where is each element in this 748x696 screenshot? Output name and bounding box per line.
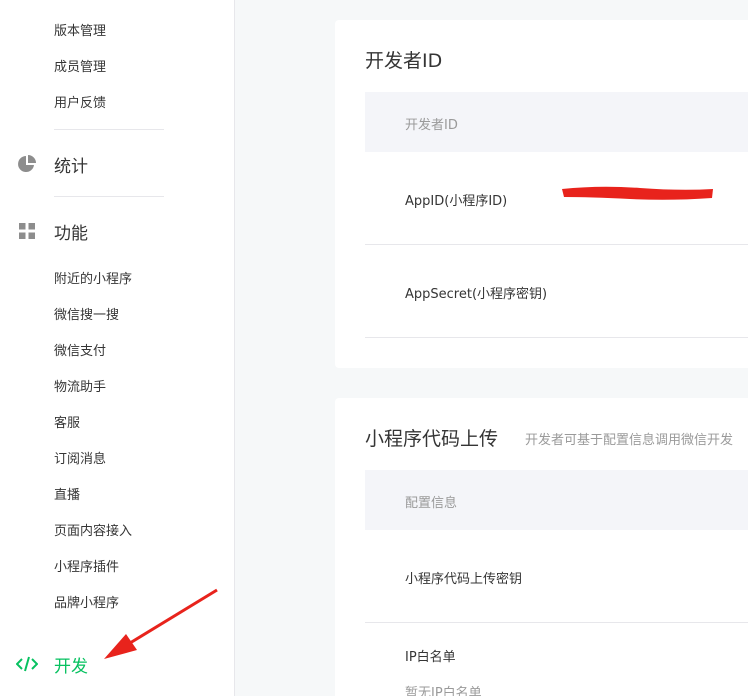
- sidebar-divider: [54, 129, 164, 130]
- code-icon: [16, 653, 38, 675]
- card-description: 开发者可基于配置信息调用微信开发: [525, 433, 734, 448]
- card-title: 小程序代码上传: [365, 428, 499, 450]
- table-header: 开发者ID: [365, 92, 748, 152]
- ip-whitelist-empty: 暂无IP白名单: [405, 686, 482, 696]
- row-divider: [365, 622, 748, 623]
- ip-whitelist-label: IP白名单: [405, 650, 456, 665]
- code-upload-card: 小程序代码上传 开发者可基于配置信息调用微信开发 配置信息 小程序代码上传密钥 …: [335, 398, 748, 696]
- sidebar-item-logistics[interactable]: 物流助手: [54, 380, 106, 396]
- sidebar-item-nearby-miniprogram[interactable]: 附近的小程序: [54, 272, 132, 288]
- card-title: 开发者ID: [365, 50, 443, 72]
- row-divider: [365, 337, 748, 338]
- row-divider: [365, 244, 748, 245]
- sidebar-item-user-feedback[interactable]: 用户反馈: [54, 96, 106, 112]
- sidebar-item-live[interactable]: 直播: [54, 488, 80, 504]
- appsecret-label: AppSecret(小程序密钥): [405, 287, 548, 302]
- sidebar-item-member-management[interactable]: 成员管理: [54, 60, 106, 76]
- sidebar-item-version-management[interactable]: 版本管理: [54, 24, 106, 40]
- sidebar-group-develop[interactable]: 开发: [16, 652, 88, 677]
- sidebar: 版本管理 成员管理 用户反馈 统计 功能 附近的小程序 微信搜一搜 微信支付 物…: [0, 0, 235, 696]
- developer-id-card: 开发者ID 开发者ID AppID(小程序ID) AppSecret(小程序密钥…: [335, 20, 748, 368]
- appid-label: AppID(小程序ID): [405, 194, 508, 209]
- redaction-mark: [562, 186, 713, 200]
- table-header: 配置信息: [365, 470, 748, 530]
- sidebar-item-subscribe-message[interactable]: 订阅消息: [54, 452, 106, 468]
- sidebar-item-wechat-pay[interactable]: 微信支付: [54, 344, 106, 360]
- sidebar-group-features[interactable]: 功能: [16, 219, 88, 244]
- sidebar-item-customer-service[interactable]: 客服: [54, 416, 80, 432]
- sidebar-item-brand-miniprogram[interactable]: 品牌小程序: [54, 596, 119, 612]
- sidebar-group-features-label: 功能: [54, 223, 88, 244]
- sidebar-item-page-content[interactable]: 页面内容接入: [54, 524, 132, 540]
- sidebar-group-stats[interactable]: 统计: [16, 152, 88, 177]
- upload-key-label: 小程序代码上传密钥: [405, 572, 523, 587]
- sidebar-group-develop-label: 开发: [54, 656, 88, 677]
- grid-icon: [16, 220, 38, 242]
- table-header-label: 开发者ID: [405, 118, 458, 133]
- sidebar-group-stats-label: 统计: [54, 156, 88, 177]
- pie-chart-icon: [16, 153, 38, 175]
- sidebar-item-plugins[interactable]: 小程序插件: [54, 560, 119, 576]
- table-header-label: 配置信息: [405, 496, 458, 511]
- sidebar-divider: [54, 196, 164, 197]
- sidebar-item-wechat-search[interactable]: 微信搜一搜: [54, 308, 119, 324]
